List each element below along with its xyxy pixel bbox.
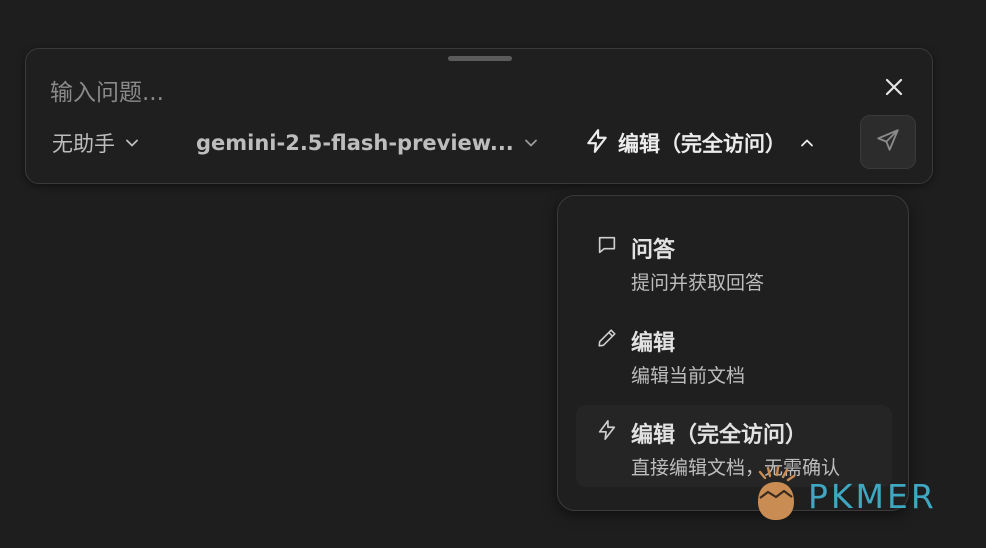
mode-option-qa[interactable]: 问答 提问并获取回答	[576, 220, 892, 302]
lightning-icon	[584, 128, 610, 159]
model-label: gemini-2.5-flash-preview...	[196, 131, 514, 155]
chevron-down-icon	[125, 131, 139, 155]
mode-label: 编辑（完全访问）	[618, 132, 786, 156]
mode-option-description: 提问并获取回答	[631, 272, 765, 294]
mode-dropdown[interactable]: 编辑（完全访问）	[584, 125, 814, 161]
mode-option-title: 编辑（完全访问）	[631, 423, 808, 448]
pencil-icon	[594, 325, 620, 351]
assistant-label: 无助手	[52, 132, 115, 156]
mode-option-edit-full-access[interactable]: 编辑（完全访问） 直接编辑文档，无需确认	[576, 405, 892, 487]
model-dropdown[interactable]: gemini-2.5-flash-preview...	[196, 125, 538, 161]
mode-menu: 问答 提问并获取回答 编辑 编辑当前文档 编辑（完全访问） 直接编辑文档，无需确…	[557, 195, 909, 511]
mode-option-description: 直接编辑文档，无需确认	[631, 457, 841, 479]
send-icon	[875, 127, 901, 157]
close-icon	[884, 77, 904, 101]
mode-option-title: 编辑	[631, 331, 676, 356]
drag-handle[interactable]	[448, 56, 512, 61]
send-button[interactable]	[860, 115, 916, 169]
assistant-dropdown[interactable]: 无助手	[52, 125, 139, 161]
chat-bubble-icon	[594, 232, 620, 258]
chevron-down-icon	[524, 131, 538, 155]
chat-input-panel: 无助手 gemini-2.5-flash-preview... 编辑（完全访问）	[25, 48, 933, 184]
close-button[interactable]	[878, 73, 910, 105]
chevron-up-icon	[800, 131, 814, 155]
mode-option-description: 编辑当前文档	[631, 365, 746, 387]
lightning-icon	[594, 417, 620, 443]
mode-option-title: 问答	[631, 238, 676, 263]
question-input[interactable]	[50, 75, 810, 111]
mode-option-edit[interactable]: 编辑 编辑当前文档	[576, 313, 892, 395]
